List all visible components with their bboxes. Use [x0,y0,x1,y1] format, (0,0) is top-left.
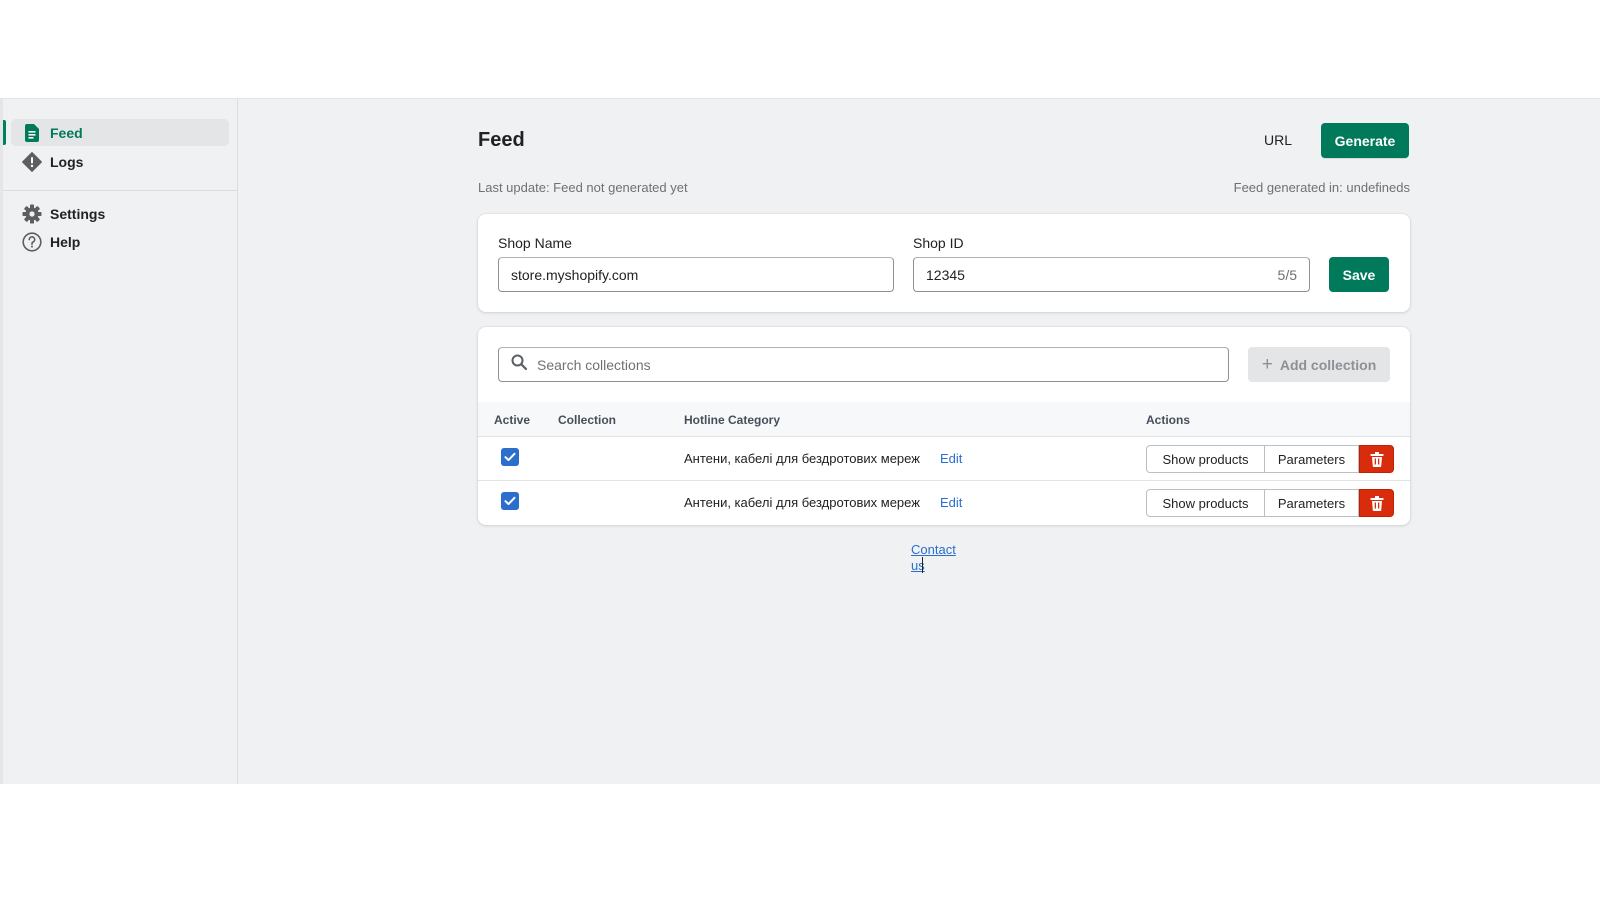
generate-button[interactable]: Generate [1321,123,1409,158]
url-button[interactable]: URL [1264,129,1292,151]
sidebar: Feed Logs Settings Help [3,99,238,784]
delete-button[interactable] [1359,445,1394,473]
edit-category-link[interactable]: Edit [940,495,962,510]
hotline-category: Антени, кабелі для бездротових мереж [684,495,920,510]
shop-name-input[interactable]: store.myshopify.com [498,257,894,292]
show-products-button[interactable]: Show products [1146,445,1265,473]
save-button[interactable]: Save [1329,257,1389,292]
shop-name-label: Shop Name [498,235,572,251]
row-actions: Show products Parameters [1146,445,1394,473]
shop-settings-card: Shop Name store.myshopify.com Shop ID 12… [478,214,1410,312]
sidebar-item-label: Feed [50,124,83,141]
table-header: Active Collection Hotline Category Actio… [478,402,1410,437]
sidebar-item-label: Logs [50,153,84,170]
plus-icon: + [1261,354,1273,375]
page-title: Feed [478,129,525,151]
table-row: Антени, кабелі для бездротових мереж Edi… [478,481,1410,525]
hotline-category: Антени, кабелі для бездротових мереж [684,451,920,466]
column-header-active: Active [494,413,531,427]
trash-icon [1370,495,1383,511]
contact-us-link[interactable]: Contact us [911,542,971,573]
add-collection-label: Add collection [1279,356,1377,373]
checkmark-icon [504,452,516,461]
gear-icon [22,204,42,224]
document-icon [22,123,42,143]
alert-diamond-icon [22,151,42,172]
active-indicator [3,120,6,145]
sidebar-item-logs[interactable]: Logs [11,148,229,175]
search-collections-input[interactable]: Search collections [498,347,1229,382]
shop-id-value: 12345 [926,266,965,283]
column-header-collection: Collection [558,413,617,427]
sidebar-item-settings[interactable]: Settings [11,200,229,227]
contact-us-label: Contact us [911,542,956,573]
row-actions: Show products Parameters [1146,489,1394,517]
text-cursor [921,557,923,573]
active-checkbox[interactable] [501,448,519,466]
column-header-actions: Actions [1146,413,1191,427]
sidebar-item-help[interactable]: Help [11,228,229,255]
shop-name-value: store.myshopify.com [511,266,639,283]
trash-icon [1370,451,1383,467]
parameters-button[interactable]: Parameters [1265,445,1359,473]
edit-category-link[interactable]: Edit [940,451,962,466]
shop-id-input[interactable]: 12345 5/5 [913,257,1310,292]
sidebar-item-label: Settings [50,205,106,222]
add-collection-button[interactable]: + Add collection [1248,347,1390,382]
sidebar-item-feed[interactable]: Feed [3,119,229,146]
shop-id-label: Shop ID [913,235,964,251]
search-placeholder: Search collections [537,356,651,373]
delete-button[interactable] [1359,489,1394,517]
collections-card: Search collections + Add collection Acti… [478,327,1410,525]
parameters-button[interactable]: Parameters [1265,489,1359,517]
sidebar-item-label: Help [50,233,81,250]
show-products-button[interactable]: Show products [1146,489,1265,517]
active-checkbox[interactable] [501,492,519,510]
character-counter: 5/5 [1277,266,1297,283]
column-header-hotline-category: Hotline Category [684,413,781,427]
checkmark-icon [504,496,516,505]
search-icon [511,354,528,375]
app-frame: Feed Logs Settings Help Feed URL Generat… [0,98,1600,784]
table-row: Антени, кабелі для бездротових мереж Edi… [478,437,1410,481]
feed-generated-in-text: Feed generated in: undefineds [1233,180,1410,195]
sidebar-divider [3,190,238,191]
question-circle-icon [22,231,42,252]
last-update-text: Last update: Feed not generated yet [478,180,688,195]
